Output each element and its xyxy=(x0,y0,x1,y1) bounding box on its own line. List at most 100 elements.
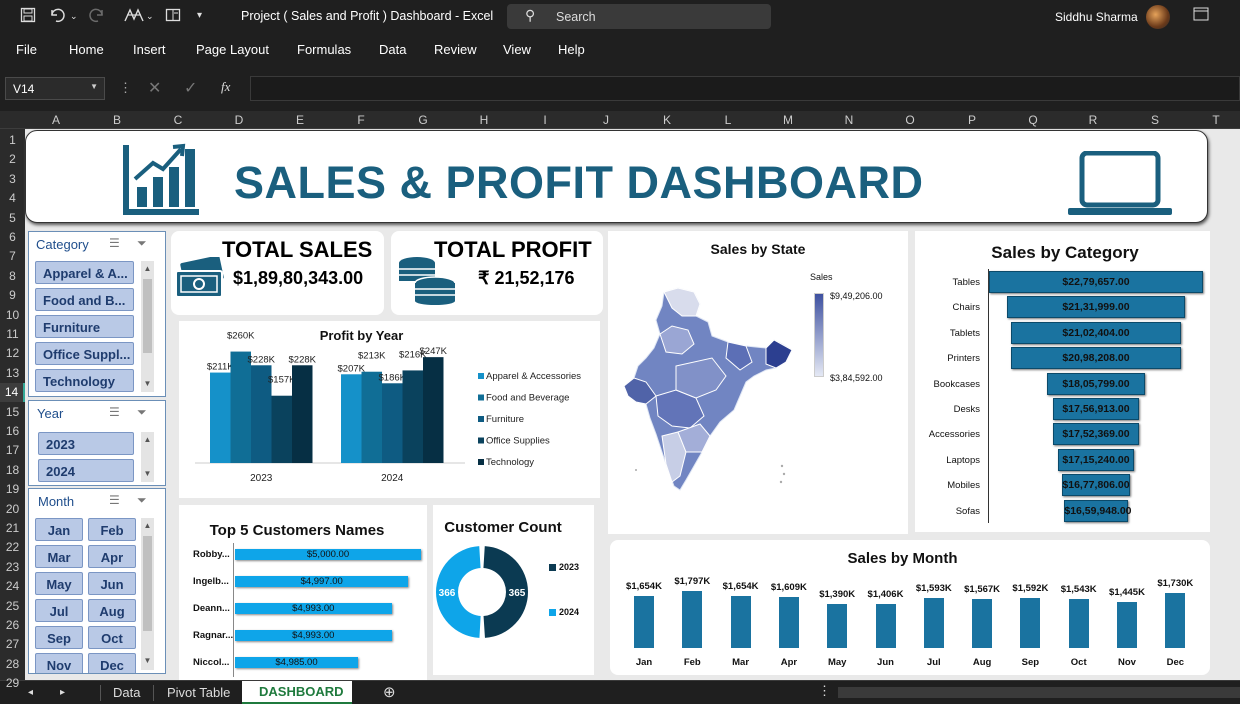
profit-bar-2023-3[interactable] xyxy=(271,395,293,463)
row-header-21[interactable]: 21 xyxy=(0,519,25,538)
month-bar-dec[interactable] xyxy=(1165,593,1186,648)
row-header-20[interactable]: 20 xyxy=(0,500,25,519)
row-header-5[interactable]: 5 xyxy=(0,209,25,228)
column-header-i[interactable]: I xyxy=(535,113,555,127)
slicer-item-apr[interactable]: Apr xyxy=(88,545,136,568)
month-bar-jun[interactable] xyxy=(875,603,896,648)
enter-icon[interactable]: ✓ xyxy=(184,78,197,98)
slicer-item-dec[interactable]: Dec xyxy=(88,653,136,673)
insert-function-icon[interactable]: fx xyxy=(221,79,230,95)
column-header-b[interactable]: B xyxy=(107,113,127,127)
tab-data[interactable]: Data xyxy=(113,685,140,700)
category-scrollbar[interactable]: ▲ ▼ xyxy=(141,261,154,392)
sales-by-month-chart[interactable]: Sales by Month $1,654K Jan $1,797K Feb $1,65… xyxy=(610,540,1210,675)
top-customers-chart[interactable]: Top 5 Customers Names Robby... $5,000.00 I… xyxy=(179,505,427,680)
user-name[interactable]: Siddhu Sharma xyxy=(1055,10,1138,24)
month-bar-aug[interactable] xyxy=(972,598,993,648)
month-bar-may[interactable] xyxy=(827,604,848,648)
tab-next-icon[interactable]: ▸ xyxy=(60,687,65,698)
column-header-a[interactable]: A xyxy=(46,113,66,127)
row-header-9[interactable]: 9 xyxy=(0,286,25,305)
column-header-n[interactable]: N xyxy=(839,113,859,127)
clear-filter-icon[interactable]: ⏷ xyxy=(137,405,147,420)
cancel-icon[interactable]: ✕ xyxy=(148,78,161,98)
menu-help[interactable]: Help xyxy=(558,42,585,57)
custom-quick-access-icon[interactable] xyxy=(124,7,144,28)
customer-count-chart[interactable]: Customer Count 365 366 2023 2024 xyxy=(433,505,594,675)
column-header-l[interactable]: L xyxy=(718,113,738,127)
profit-bar-2024-2[interactable] xyxy=(382,383,403,463)
row-header-18[interactable]: 18 xyxy=(0,461,25,480)
slicer-item-jul[interactable]: Jul xyxy=(35,599,83,622)
column-header-g[interactable]: G xyxy=(413,113,433,127)
slicer-item-technology[interactable]: Technology xyxy=(35,369,134,392)
avatar[interactable] xyxy=(1146,5,1170,29)
column-header-r[interactable]: R xyxy=(1083,113,1103,127)
menu-file[interactable]: File xyxy=(16,42,37,57)
row-header-26[interactable]: 26 xyxy=(0,616,25,635)
row-header-1[interactable]: 1 xyxy=(0,131,25,150)
row-header-28[interactable]: 28 xyxy=(0,655,25,674)
row-header-4[interactable]: 4 xyxy=(0,189,25,208)
row-header-29[interactable]: 29 xyxy=(0,674,25,693)
tab-options-icon[interactable]: ⋮ xyxy=(818,683,831,699)
scroll-down-icon[interactable]: ▼ xyxy=(142,469,153,478)
undo-icon[interactable] xyxy=(48,7,66,28)
row-header-23[interactable]: 23 xyxy=(0,558,25,577)
scroll-down-icon[interactable]: ▼ xyxy=(142,379,153,388)
row-header-22[interactable]: 22 xyxy=(0,538,25,557)
row-header-25[interactable]: 25 xyxy=(0,597,25,616)
slicer-item-nov[interactable]: Nov xyxy=(35,653,83,673)
column-header-f[interactable]: F xyxy=(351,113,371,127)
month-bar-jan[interactable] xyxy=(634,595,654,648)
search-box[interactable]: ⚲ Search xyxy=(507,4,771,29)
multi-select-icon[interactable]: ☰ xyxy=(109,236,120,250)
column-header-q[interactable]: Q xyxy=(1023,113,1043,127)
clear-filter-icon[interactable]: ⏷ xyxy=(137,493,147,508)
horizontal-scrollbar[interactable] xyxy=(838,687,1240,698)
slicer-item-2023[interactable]: 2023 xyxy=(38,432,134,455)
formula-input[interactable] xyxy=(250,76,1240,101)
year-scrollbar[interactable]: ▲ ▼ xyxy=(141,432,154,482)
sales-by-state-chart[interactable]: Sales by State Sales $9,49,206.00 $3,84,… xyxy=(608,231,908,534)
slicer-item-feb[interactable]: Feb xyxy=(88,518,136,541)
save-icon[interactable] xyxy=(20,7,36,28)
slicer-item-2024[interactable]: 2024 xyxy=(38,459,134,482)
row-header-11[interactable]: 11 xyxy=(0,325,25,344)
slicer-item-aug[interactable]: Aug xyxy=(88,599,136,622)
profit-bar-2024-3[interactable] xyxy=(402,370,424,463)
row-header-13[interactable]: 13 xyxy=(0,364,25,383)
slicer-item-furniture[interactable]: Furniture xyxy=(35,315,134,338)
month-bar-oct[interactable] xyxy=(1068,599,1089,648)
tab-pivot-table[interactable]: Pivot Table xyxy=(167,685,230,700)
row-header-8[interactable]: 8 xyxy=(0,267,25,286)
form-icon[interactable] xyxy=(165,7,181,28)
profit-bar-2024-4[interactable] xyxy=(423,357,444,463)
month-scrollbar[interactable]: ▲ ▼ xyxy=(141,518,154,670)
profit-bar-2023-1[interactable] xyxy=(230,351,252,463)
column-header-s[interactable]: S xyxy=(1145,113,1165,127)
menu-review[interactable]: Review xyxy=(434,42,477,57)
scroll-up-icon[interactable]: ▲ xyxy=(142,521,153,530)
row-header-14[interactable]: 14 xyxy=(0,383,25,403)
more-options-icon[interactable]: ⋮ xyxy=(119,80,132,96)
profit-bar-2024-1[interactable] xyxy=(361,371,383,463)
slicer-item-apparel[interactable]: Apparel & A... xyxy=(35,261,134,284)
name-box[interactable]: V14 ▼ xyxy=(5,77,105,100)
row-header-10[interactable]: 10 xyxy=(0,306,25,325)
menu-view[interactable]: View xyxy=(503,42,531,57)
month-bar-apr[interactable] xyxy=(778,597,799,648)
column-header-m[interactable]: M xyxy=(778,113,798,127)
month-bar-nov[interactable] xyxy=(1117,602,1137,648)
row-header-16[interactable]: 16 xyxy=(0,422,25,441)
column-header-c[interactable]: C xyxy=(168,113,188,127)
scroll-up-icon[interactable]: ▲ xyxy=(142,435,153,444)
profit-by-year-chart[interactable]: Profit by Year $211K $260K $228K $157K $228K… xyxy=(179,321,600,498)
row-header-3[interactable]: 3 xyxy=(0,170,25,189)
slicer-item-may[interactable]: May xyxy=(35,572,83,595)
ribbon-display-icon[interactable] xyxy=(1193,7,1209,26)
column-header-j[interactable]: J xyxy=(596,113,616,127)
row-header-15[interactable]: 15 xyxy=(0,403,25,422)
column-header-e[interactable]: E xyxy=(290,113,310,127)
tab-prev-icon[interactable]: ◂ xyxy=(28,687,33,698)
